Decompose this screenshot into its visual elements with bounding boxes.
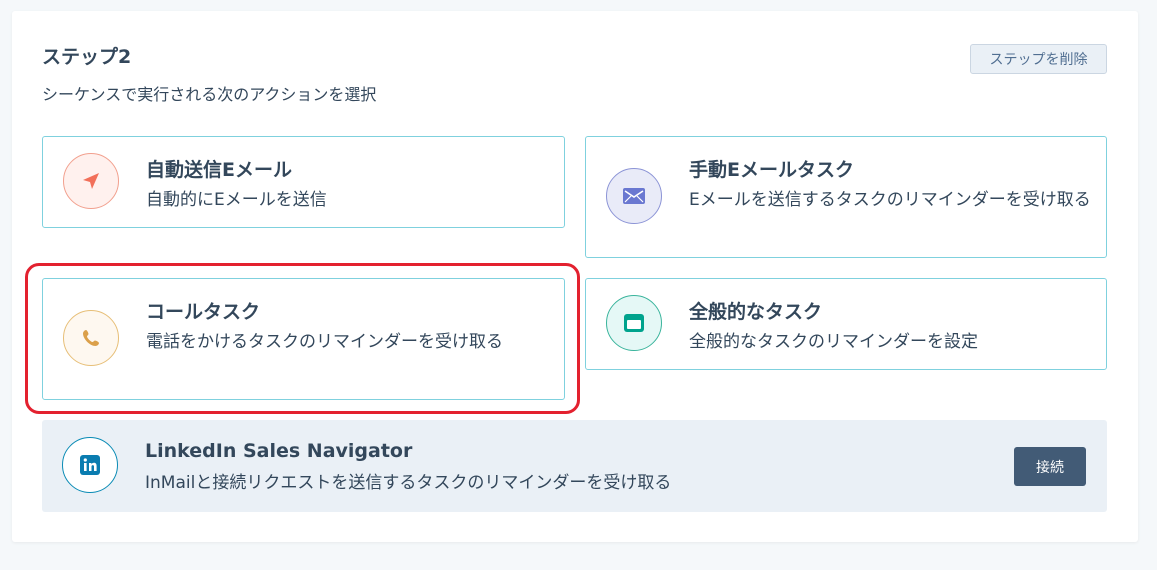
paper-plane-icon — [63, 153, 119, 209]
call-task-title: コールタスク — [146, 301, 261, 323]
delete-step-button[interactable]: ステップを削除 — [970, 44, 1107, 74]
step-title: ステップ2 — [42, 46, 132, 68]
auto-email-card[interactable]: 自動送信Eメール 自動的にEメールを送信 — [42, 136, 565, 228]
task-icon — [606, 295, 662, 351]
linkedin-icon — [62, 437, 118, 493]
linkedin-sales-navigator-row: LinkedIn Sales Navigator InMailと接続リクエストを… — [42, 420, 1107, 512]
envelope-icon — [606, 168, 662, 224]
manual-email-description: Eメールを送信するタスクのリマインダーを受け取る — [689, 190, 1091, 210]
auto-email-description: 自動的にEメールを送信 — [146, 190, 327, 210]
phone-icon — [63, 310, 119, 366]
manual-email-title: 手動Eメールタスク — [689, 159, 854, 181]
connect-button[interactable]: 接続 — [1014, 447, 1086, 486]
general-task-card[interactable]: 全般的なタスク 全般的なタスクのリマインダーを設定 — [585, 278, 1107, 370]
manual-email-task-card[interactable]: 手動Eメールタスク Eメールを送信するタスクのリマインダーを受け取る — [585, 136, 1107, 258]
general-task-description: 全般的なタスクのリマインダーを設定 — [689, 332, 978, 352]
linkedin-description: InMailと接続リクエストを送信するタスクのリマインダーを受け取る — [145, 473, 672, 493]
step-subtitle: シーケンスで実行される次のアクションを選択 — [42, 85, 377, 104]
linkedin-title: LinkedIn Sales Navigator — [145, 440, 413, 462]
call-task-description: 電話をかけるタスクのリマインダーを受け取る — [146, 332, 503, 352]
auto-email-title: 自動送信Eメール — [146, 159, 292, 181]
general-task-title: 全般的なタスク — [689, 301, 823, 323]
call-task-card[interactable]: コールタスク 電話をかけるタスクのリマインダーを受け取る — [42, 278, 565, 400]
